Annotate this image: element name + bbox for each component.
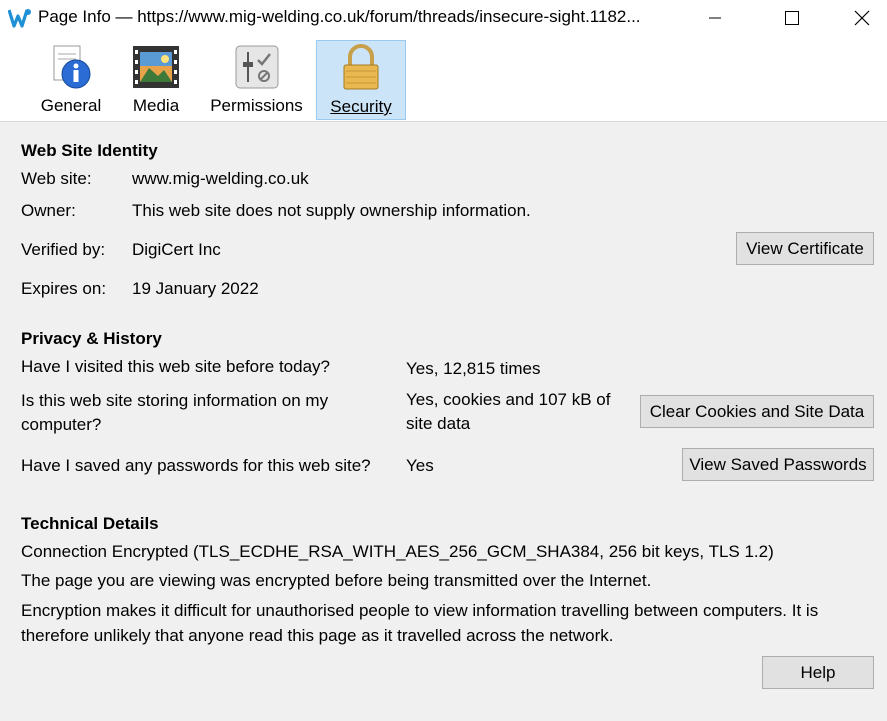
padlock-icon — [343, 44, 379, 90]
encryption-notice: The page you are viewing was encrypted b… — [21, 571, 652, 590]
storing-answer-line1: Yes, cookies and 107 kB of — [406, 390, 611, 409]
expires-value: 19 January 2022 — [132, 279, 259, 298]
verified-label: Verified by: — [21, 240, 106, 259]
maximize-button[interactable] — [757, 0, 827, 36]
tab-general[interactable]: General — [36, 40, 106, 120]
maximize-icon — [785, 11, 799, 25]
storing-answer-line2: site data — [406, 414, 471, 433]
identity-heading: Web Site Identity — [21, 141, 158, 160]
close-button[interactable] — [827, 0, 887, 36]
verified-value: DigiCert Inc — [132, 240, 221, 259]
view-certificate-button[interactable]: View Certificate — [736, 232, 874, 265]
visited-answer: Yes, 12,815 times — [406, 359, 541, 378]
tab-toolbar: General Media Permissions Security — [0, 36, 887, 122]
passwords-answer: Yes — [406, 456, 434, 475]
window-title: Page Info — https://www.mig-welding.co.u… — [38, 7, 641, 26]
connection-details: Connection Encrypted (TLS_ECDHE_RSA_WITH… — [21, 542, 774, 561]
view-saved-passwords-button[interactable]: View Saved Passwords — [682, 448, 874, 481]
passwords-question: Have I saved any passwords for this web … — [21, 456, 371, 475]
tab-media-label: Media — [132, 96, 180, 115]
help-button[interactable]: Help — [762, 656, 874, 689]
tab-security[interactable]: Security — [316, 40, 406, 120]
tab-general-label: General — [40, 96, 102, 115]
tab-permissions-label: Permissions — [210, 96, 303, 115]
tab-permissions[interactable]: Permissions — [205, 40, 308, 120]
owner-value: This web site does not supply ownership … — [132, 201, 531, 220]
minimize-button[interactable] — [680, 0, 750, 36]
permissions-icon — [235, 45, 278, 89]
technical-heading: Technical Details — [21, 514, 159, 533]
expires-label: Expires on: — [21, 279, 107, 298]
minimize-icon — [709, 17, 721, 19]
clear-cookies-button[interactable]: Clear Cookies and Site Data — [640, 395, 874, 428]
encryption-explanation: Encryption makes it difficult for unauth… — [21, 601, 819, 645]
visited-question: Have I visited this web site before toda… — [21, 357, 330, 376]
app-logo-icon — [8, 9, 31, 28]
tab-media[interactable]: Media — [126, 40, 186, 120]
website-value: www.mig-welding.co.uk — [132, 169, 309, 188]
owner-label: Owner: — [21, 201, 76, 220]
privacy-heading: Privacy & History — [21, 329, 162, 348]
tab-security-label: Security — [330, 97, 392, 116]
storing-question-line1: Is this web site storing information on … — [21, 391, 329, 410]
title-bar: Page Info — https://www.mig-welding.co.u… — [0, 0, 887, 36]
info-icon — [53, 45, 91, 89]
storing-question-line2: computer? — [21, 415, 102, 434]
media-icon — [133, 46, 179, 88]
website-label: Web site: — [21, 169, 92, 188]
close-icon — [854, 10, 870, 26]
